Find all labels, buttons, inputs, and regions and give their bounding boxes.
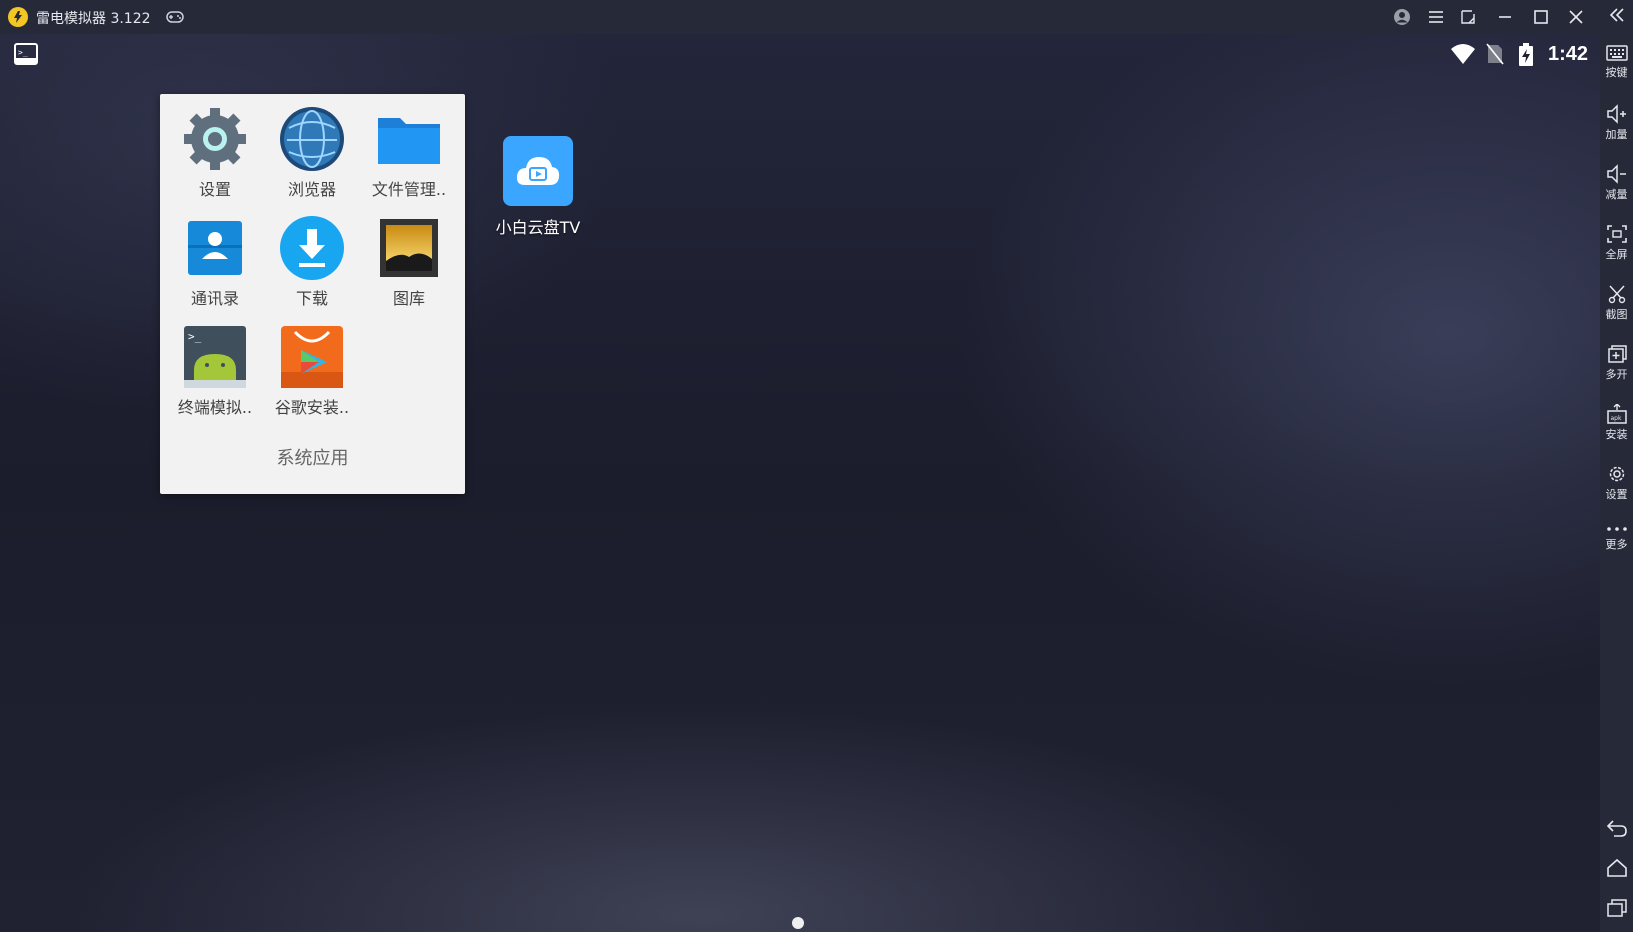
desktop-app-cloud-tv[interactable]: 小白云盘TV bbox=[486, 136, 590, 238]
home-button[interactable] bbox=[1600, 858, 1633, 878]
no-signal-icon bbox=[1486, 43, 1504, 69]
status-time: 1:42 bbox=[1547, 43, 1588, 65]
sidebar-item-keys[interactable]: 按键 bbox=[1600, 44, 1633, 80]
multi-instance-icon bbox=[1607, 345, 1627, 363]
recent-apps-button[interactable] bbox=[1600, 898, 1633, 918]
pin-window-icon[interactable] bbox=[1456, 6, 1480, 28]
app-browser[interactable]: 浏览器 bbox=[264, 106, 360, 200]
app-label: 终端模拟.. bbox=[177, 398, 253, 417]
app-label: 小白云盘TV bbox=[495, 218, 581, 237]
sidebar-item-label: 减量 bbox=[1605, 188, 1628, 201]
home-icon bbox=[1606, 858, 1627, 877]
sidebar-item-label: 加量 bbox=[1605, 128, 1628, 141]
close-icon[interactable] bbox=[1564, 6, 1588, 28]
sidebar-item-more[interactable]: 更多 bbox=[1600, 524, 1633, 552]
volume-up-icon bbox=[1606, 104, 1626, 124]
google-installer-icon bbox=[279, 324, 345, 390]
apk-install-icon: apk bbox=[1606, 404, 1627, 424]
gamepad-icon[interactable] bbox=[165, 8, 185, 30]
back-button[interactable] bbox=[1600, 818, 1633, 838]
sidebar-item-label: 安装 bbox=[1605, 428, 1628, 441]
folder-title: 系统应用 bbox=[276, 448, 349, 469]
account-icon[interactable] bbox=[1390, 6, 1414, 28]
app-logo-icon bbox=[8, 7, 28, 27]
right-sidebar: 按键 加量 减量 全屏 截图 多开 apk 安装 设置 更多 bbox=[1600, 0, 1633, 932]
minimize-icon[interactable] bbox=[1493, 6, 1517, 28]
sidebar-item-volume-up[interactable]: 加量 bbox=[1600, 104, 1633, 142]
settings-icon bbox=[182, 106, 248, 172]
contacts-icon bbox=[182, 215, 248, 281]
back-icon bbox=[1606, 820, 1627, 837]
title-bar: 雷电模拟器 3.122 bbox=[0, 0, 1633, 34]
sidebar-item-label: 全屏 bbox=[1605, 248, 1628, 261]
terminal-icon: >_ bbox=[182, 324, 248, 390]
sidebar-item-label: 设置 bbox=[1605, 488, 1628, 501]
svg-text:apk: apk bbox=[1610, 415, 1621, 422]
sidebar-item-label: 截图 bbox=[1605, 308, 1628, 321]
fullscreen-icon bbox=[1606, 225, 1627, 243]
maximize-icon[interactable] bbox=[1529, 6, 1553, 28]
app-label: 图库 bbox=[392, 289, 425, 308]
sidebar-item-fullscreen[interactable]: 全屏 bbox=[1600, 224, 1633, 262]
android-screen[interactable]: >_ 1:42 设置 浏览器 文件管理.. 通讯录 下载 图库 >_ 终端模拟.… bbox=[0, 34, 1600, 932]
svg-text:>_: >_ bbox=[18, 48, 28, 57]
battery-charging-icon bbox=[1518, 43, 1534, 71]
app-gallery[interactable]: 图库 bbox=[361, 215, 457, 309]
app-file-manager[interactable]: 文件管理.. bbox=[361, 106, 457, 200]
app-download[interactable]: 下载 bbox=[264, 215, 360, 309]
scissors-icon bbox=[1608, 285, 1625, 304]
svg-text:>_: >_ bbox=[188, 330, 202, 343]
cloud-tv-icon bbox=[503, 136, 573, 206]
sidebar-item-install[interactable]: apk 安装 bbox=[1600, 404, 1633, 442]
terminal-shortcut-icon[interactable]: >_ bbox=[14, 43, 38, 69]
app-label: 浏览器 bbox=[287, 180, 336, 199]
sidebar-item-volume-down[interactable]: 减量 bbox=[1600, 164, 1633, 202]
window-title: 雷电模拟器 3.122 bbox=[36, 11, 151, 27]
sidebar-item-settings[interactable]: 设置 bbox=[1600, 464, 1633, 502]
menu-icon[interactable] bbox=[1424, 6, 1448, 28]
app-contacts[interactable]: 通讯录 bbox=[167, 215, 263, 309]
download-icon bbox=[279, 215, 345, 281]
volume-down-icon bbox=[1606, 164, 1626, 184]
app-label: 下载 bbox=[295, 289, 328, 308]
app-label: 文件管理.. bbox=[371, 180, 447, 199]
system-apps-folder: 设置 浏览器 文件管理.. 通讯录 下载 图库 >_ 终端模拟.. 谷歌安装..… bbox=[160, 94, 465, 494]
wifi-icon bbox=[1450, 43, 1476, 69]
app-label: 设置 bbox=[198, 180, 231, 199]
browser-icon bbox=[279, 106, 345, 172]
app-terminal[interactable]: >_ 终端模拟.. bbox=[167, 324, 263, 418]
double-chevron-left-icon bbox=[1609, 8, 1624, 22]
sidebar-item-label: 更多 bbox=[1605, 538, 1628, 551]
gear-icon bbox=[1609, 466, 1624, 482]
sidebar-item-screenshot[interactable]: 截图 bbox=[1600, 284, 1633, 322]
folder-icon bbox=[376, 106, 442, 172]
app-label: 谷歌安装.. bbox=[274, 398, 350, 417]
more-icon bbox=[1606, 527, 1627, 531]
gallery-icon bbox=[376, 215, 442, 281]
keyboard-icon bbox=[1605, 45, 1628, 61]
app-settings[interactable]: 设置 bbox=[167, 106, 263, 200]
recent-apps-icon bbox=[1606, 899, 1627, 917]
sidebar-item-label: 按键 bbox=[1605, 66, 1628, 79]
app-label: 通讯录 bbox=[190, 289, 239, 308]
collapse-sidebar-button[interactable] bbox=[1600, 6, 1633, 24]
sidebar-item-multi-instance[interactable]: 多开 bbox=[1600, 344, 1633, 382]
app-google-installer[interactable]: 谷歌安装.. bbox=[264, 324, 360, 418]
sidebar-item-label: 多开 bbox=[1605, 368, 1628, 381]
page-indicator-dot[interactable] bbox=[792, 917, 804, 929]
